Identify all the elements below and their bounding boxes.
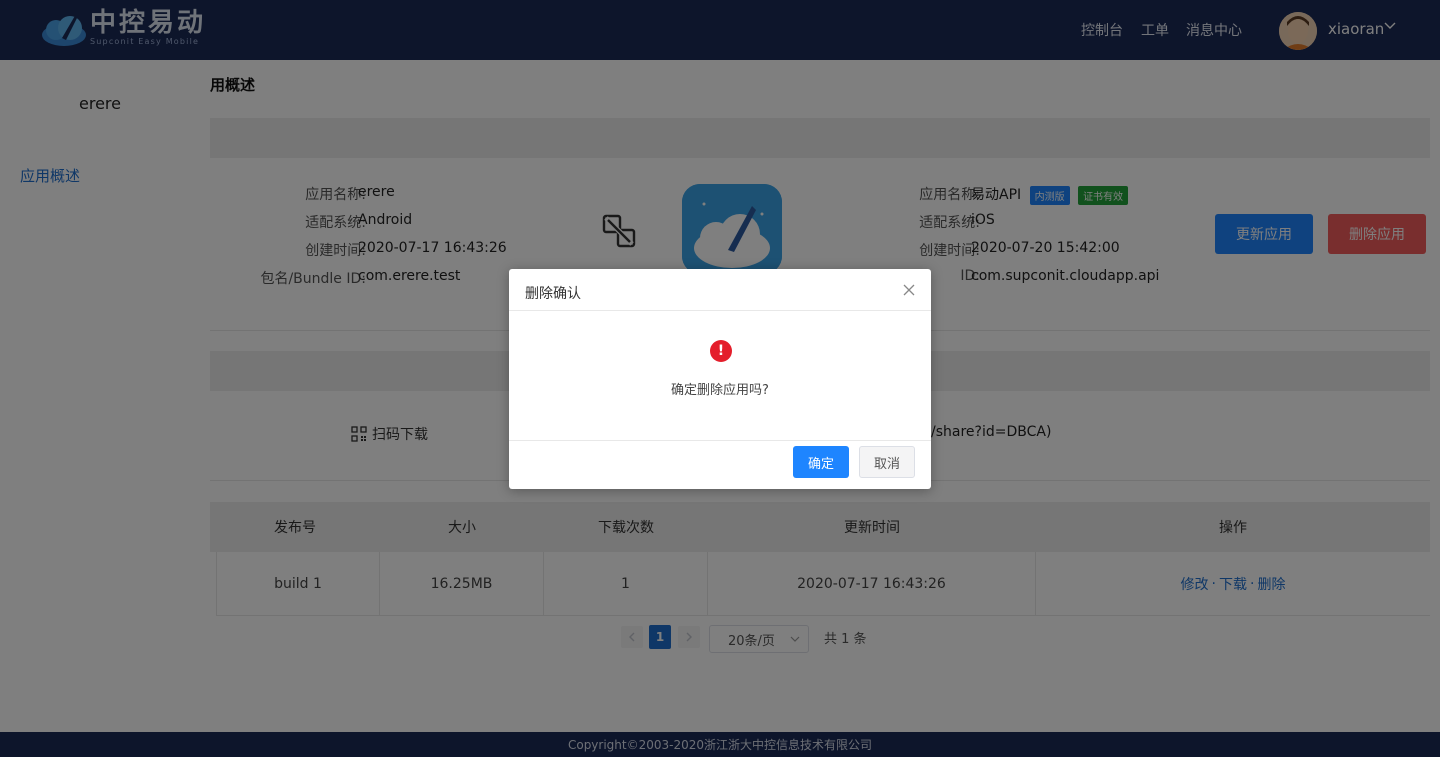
confirm-button[interactable]: 确定: [793, 446, 849, 478]
cancel-button[interactable]: 取消: [859, 446, 915, 478]
warning-icon: !: [710, 340, 732, 362]
dialog-title: 删除确认: [525, 286, 581, 302]
dialog-header: 删除确认: [509, 269, 931, 311]
dialog-message: 确定删除应用吗?: [671, 383, 769, 398]
delete-confirm-dialog: 删除确认 ! 确定删除应用吗? 确定 取消: [509, 269, 931, 489]
close-icon[interactable]: [903, 281, 915, 300]
dialog-divider: [509, 440, 931, 441]
